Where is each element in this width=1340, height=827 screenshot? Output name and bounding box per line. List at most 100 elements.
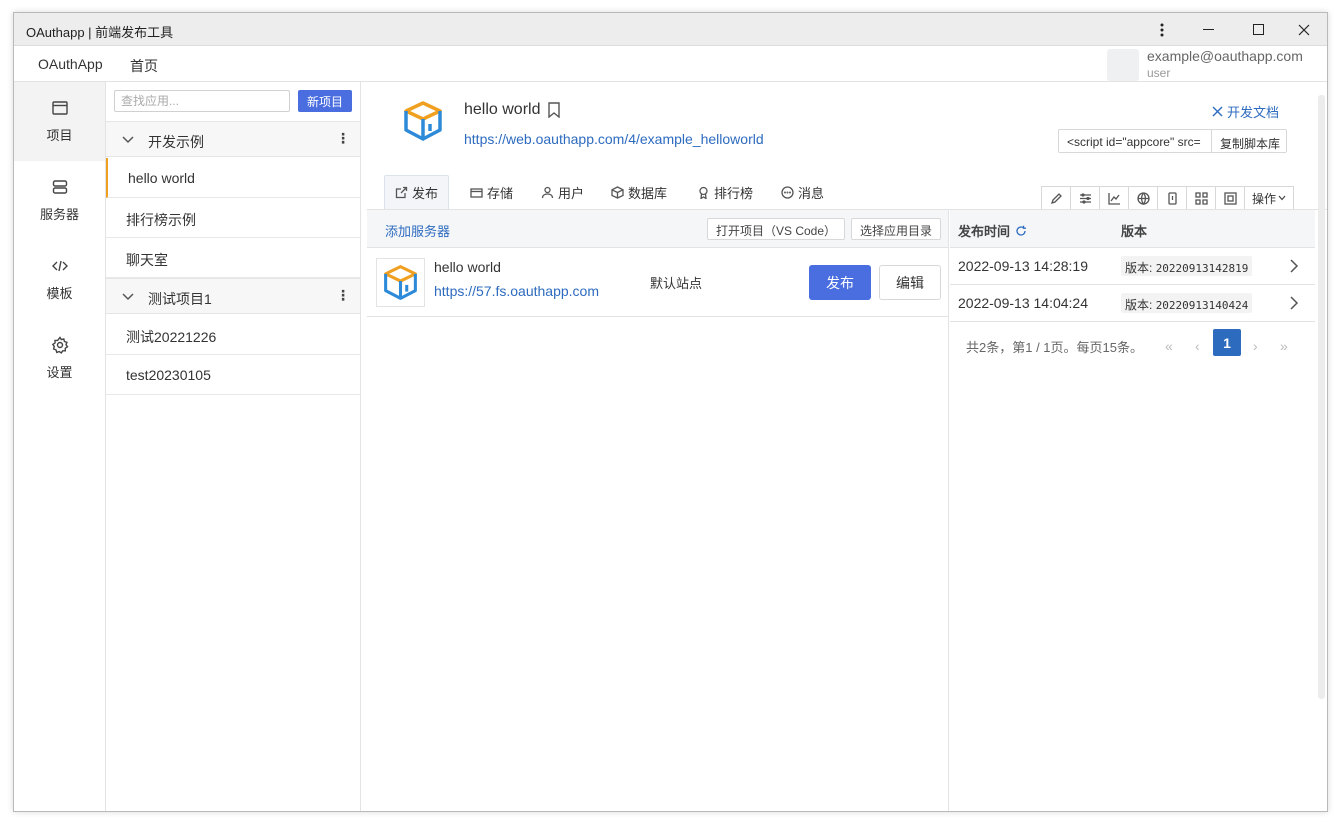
nav-item-settings[interactable]: 设置 [14,319,105,398]
project-item-test20221226[interactable]: 测试20221226 [106,315,360,355]
refresh-icon[interactable] [1015,225,1027,237]
pagination: 共2条，第1 / 1页。每页15条。 « ‹ 1 › » [950,328,1315,364]
frame-tool-button[interactable] [1215,186,1245,210]
nav-label: 服务器 [39,207,79,222]
title-bar: OAuthapp | 前端发布工具 [14,13,1327,46]
line-chart-icon [1107,192,1120,205]
scrollbar[interactable] [1318,95,1325,699]
nav-item-projects[interactable]: 项目 [14,82,105,161]
project-name: 排行榜示例 [126,212,196,228]
more-vertical-icon[interactable]: ⋮ [336,130,350,147]
project-item-chatroom[interactable]: 聊天室 [106,238,360,278]
dev-docs-link[interactable]: 开发文档 [1211,102,1279,121]
award-icon [699,186,708,199]
nav-label: 项目 [46,128,73,143]
nav-item-servers[interactable]: 服务器 [14,161,105,240]
tab-label: 发布 [412,186,439,201]
servers-toolbar: 添加服务器 打开项目（VS Code） 选择应用目录 [367,210,948,248]
minimize-button[interactable] [1185,13,1231,46]
close-button[interactable] [1281,13,1327,46]
edit-tool-button[interactable] [1041,186,1071,210]
domain-tool-button[interactable] [1128,186,1158,210]
servers-panel: 添加服务器 打开项目（VS Code） 选择应用目录 hello world h… [367,210,949,811]
project-item-test20230105[interactable]: test20230105 [106,355,360,395]
current-page-button[interactable]: 1 [1213,329,1241,356]
qrcode-tool-button[interactable] [1186,186,1216,210]
script-snippet: <script id="appcore" src= 复制脚本库 [1058,129,1287,153]
dev-docs-label: 开发文档 [1226,105,1279,120]
app-box-logo [376,258,425,307]
script-code[interactable]: <script id="appcore" src= [1059,130,1212,152]
next-page-icon[interactable]: › [1253,338,1258,354]
publish-button[interactable]: 发布 [809,265,871,300]
copy-script-button[interactable]: 复制脚本库 [1212,130,1280,152]
release-version-header: 版本 [1121,224,1148,239]
select-dir-button[interactable]: 选择应用目录 [851,218,942,240]
add-server-link[interactable]: 添加服务器 [385,221,450,240]
releases-header: 发布时间 版本 [950,210,1315,248]
more-vertical-icon[interactable]: ⋮ [336,287,350,304]
app-window: OAuthapp | 前端发布工具 OAuthApp 首页 example@oa… [13,12,1328,812]
window-icon [51,101,68,115]
maximize-button[interactable] [1235,13,1281,46]
tab-storage[interactable]: 存储 [470,175,513,209]
nav-label: 设置 [46,365,73,380]
user-icon [541,186,554,198]
server-row: hello world https://57.fs.oauthapp.com 默… [367,248,948,317]
project-name: 测试20221226 [126,329,217,345]
open-vscode-button[interactable]: 打开项目（VS Code） [707,218,846,240]
prev-page-icon[interactable]: ‹ [1195,338,1200,354]
tab-leaderboard[interactable]: 排行榜 [697,175,753,209]
avatar[interactable] [1107,49,1139,81]
server-name: hello world [434,259,501,275]
message-icon [781,185,794,199]
nav-item-templates[interactable]: 模板 [14,240,105,319]
tab-label: 排行榜 [714,185,754,201]
external-link-icon [395,186,408,199]
server-site-label: 默认站点 [650,276,703,291]
chevron-right-icon[interactable] [1289,259,1299,273]
release-row[interactable]: 2022-09-13 14:28:19 版本: 20220913142819 [950,248,1315,285]
user-email[interactable]: example@oauthapp.com [1147,48,1303,64]
user-role: user [1147,66,1171,80]
chevron-right-icon[interactable] [1289,296,1299,310]
release-time: 2022-09-13 14:28:19 [958,258,1088,274]
qrcode-icon [1194,191,1208,205]
tab-label: 存储 [487,185,514,201]
search-input[interactable] [114,90,290,112]
mobile-tool-button[interactable] [1157,186,1187,210]
project-name: hello world [128,170,195,186]
group-header-test-project[interactable]: 测试项目1 ⋮ [106,278,360,314]
first-page-icon[interactable]: « [1165,338,1173,354]
more-vertical-icon[interactable] [1139,13,1185,46]
release-version-badge: 版本: 20220913142819 [1121,256,1253,276]
menu-bar: OAuthApp 首页 example@oauthapp.com user [14,46,1327,82]
tab-label: 消息 [798,185,825,201]
tab-label: 用户 [558,185,585,201]
code-icon [51,260,68,272]
operations-dropdown[interactable]: 操作 [1244,186,1294,210]
group-header-dev-examples[interactable]: 开发示例 ⋮ [106,121,360,157]
release-row[interactable]: 2022-09-13 14:04:24 版本: 20220913140424 [950,285,1315,322]
app-box-logo [404,101,442,141]
brand-link[interactable]: OAuthApp [38,56,103,72]
tab-users[interactable]: 用户 [541,175,584,209]
tab-publish[interactable]: 发布 [384,175,450,209]
last-page-icon[interactable]: » [1280,338,1288,354]
bookmark-icon[interactable] [547,102,561,118]
project-item-leaderboard[interactable]: 排行榜示例 [106,198,360,238]
home-link[interactable]: 首页 [130,56,158,76]
stats-tool-button[interactable] [1099,186,1129,210]
group-name: 开发示例 [148,134,204,150]
project-item-hello-world[interactable]: hello world [106,158,360,198]
tab-database[interactable]: 数据库 [611,175,667,209]
tab-messages[interactable]: 消息 [781,175,824,209]
app-url-link[interactable]: https://web.oauthapp.com/4/example_hello… [464,131,764,147]
app-title: hello world [464,101,541,118]
new-project-button[interactable]: 新项目 [298,90,352,112]
config-tool-button[interactable] [1070,186,1100,210]
server-url-link[interactable]: https://57.fs.oauthapp.com [434,283,599,299]
project-name: 聊天室 [126,252,168,268]
edit-button[interactable]: 编辑 [879,265,941,300]
release-time-header: 发布时间 [958,221,1027,240]
